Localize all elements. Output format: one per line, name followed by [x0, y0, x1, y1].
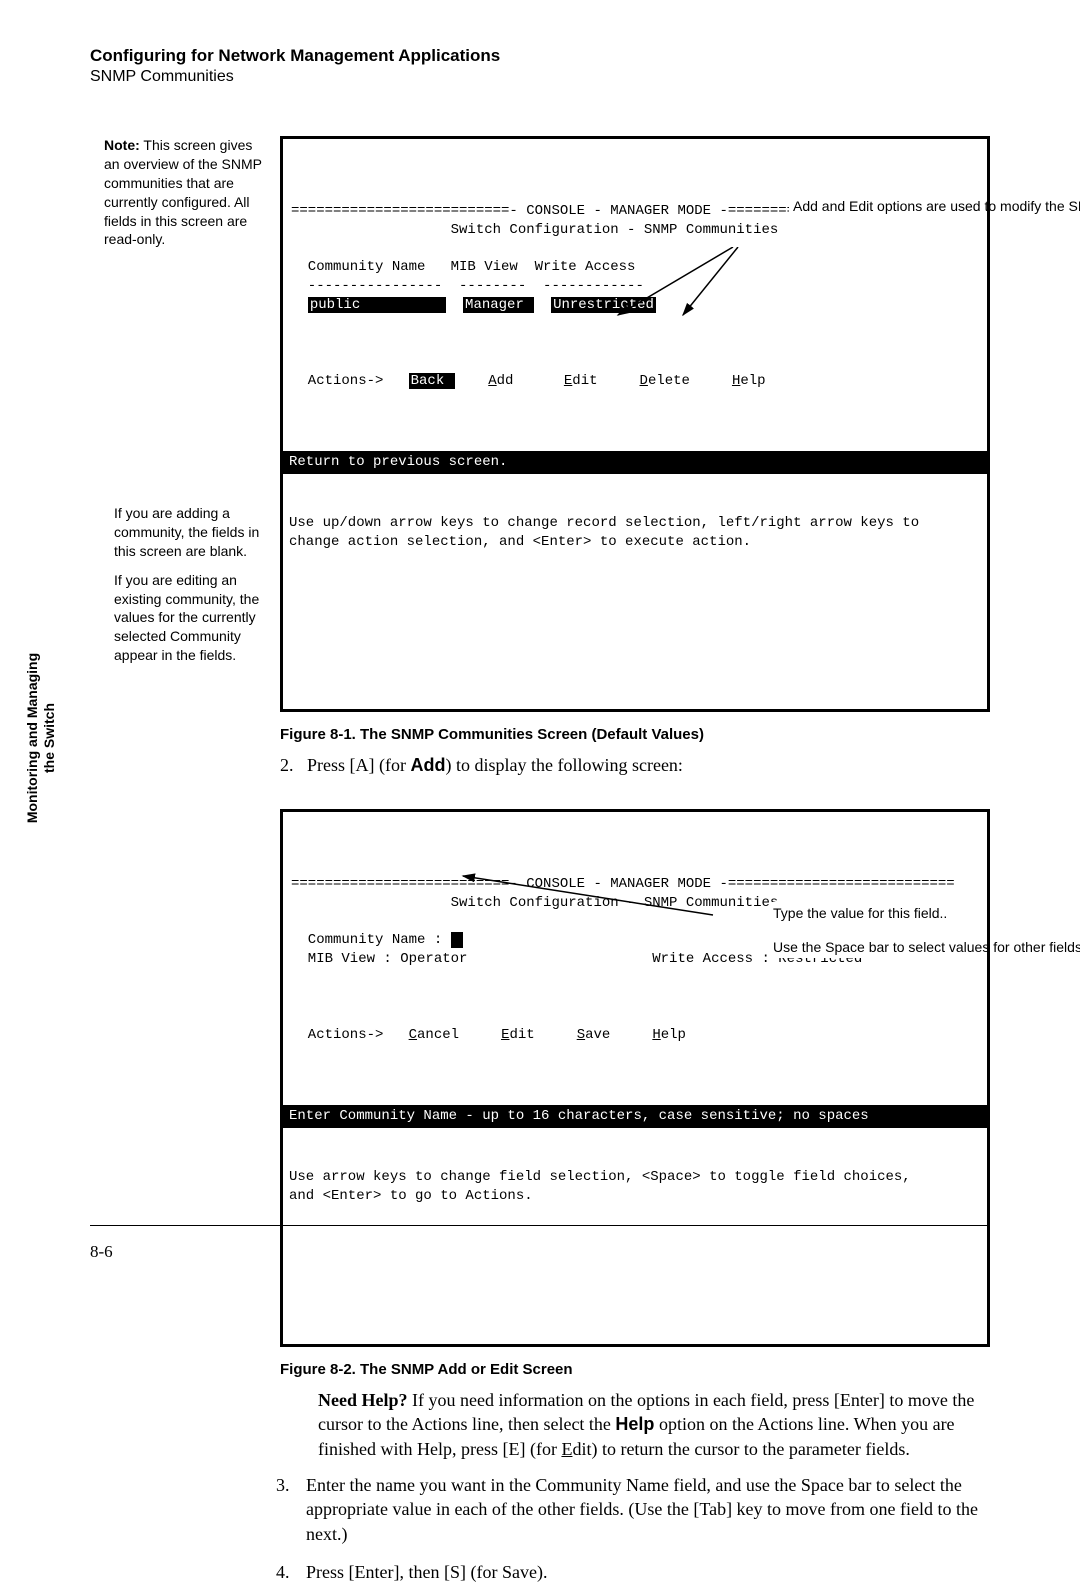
c1-action-add[interactable]: Add — [488, 373, 513, 389]
step-2-pre: Press [A] (for — [307, 755, 410, 775]
step-4-post: ). — [537, 1562, 548, 1582]
step-2-num: 2. — [280, 755, 294, 775]
c1-action-delete[interactable]: Delete — [640, 373, 690, 389]
c2-action-edit[interactable]: Edit — [501, 1027, 535, 1043]
side-tab-line2: the Switch — [41, 638, 58, 838]
need-help-lead: Need Help? — [318, 1390, 408, 1410]
c2-action-help[interactable]: Help — [652, 1027, 686, 1043]
side-tab: Monitoring and Managing the Switch — [24, 638, 58, 838]
arrow-icon — [583, 247, 753, 327]
page-number: 8-6 — [90, 1242, 113, 1262]
c1-bottom-help: Use up/down arrow keys to change record … — [283, 512, 987, 558]
c1-bottom-status: Return to previous screen. — [283, 451, 987, 474]
figure-caption-2: Figure 8-2. The SNMP Add or Edit Screen — [280, 1361, 990, 1378]
c1-row-name: public — [308, 297, 446, 313]
c2-action-save[interactable]: Save — [577, 1027, 611, 1043]
step-3: Enter the name you want in the Community… — [294, 1473, 990, 1546]
c2-bottom-help: Use arrow keys to change field selection… — [283, 1166, 987, 1212]
note-text: This screen gives an overview of the SNM… — [104, 137, 262, 247]
nh-edit-u: E — [561, 1439, 572, 1459]
nh-help-word: Help — [615, 1414, 654, 1434]
step-2-post: ) to display the following screen: — [445, 755, 682, 775]
c2-cursor[interactable] — [451, 932, 463, 948]
nh-rest3: dit) to return the cursor to the paramet… — [572, 1439, 909, 1459]
c1-row-view: Manager — [463, 297, 534, 313]
c2-line1: Community Name : — [291, 932, 451, 948]
c1-callout: Add and Edit options are used to modify … — [789, 195, 977, 217]
note-prefix: Note: — [104, 137, 140, 153]
step-4-pre: Press [Enter], then [S] (for — [306, 1562, 502, 1582]
page-header-subtitle: SNMP Communities — [90, 68, 990, 86]
c1-actions-label: Actions-> — [291, 373, 409, 389]
footer-rule — [90, 1225, 990, 1226]
step-2-bold: Add — [410, 755, 445, 775]
c1-action-back[interactable]: Back — [409, 373, 455, 389]
c1-action-help[interactable]: Help — [732, 373, 766, 389]
margin-note-2: If you are adding a community, the field… — [114, 504, 264, 665]
c1-action-edit[interactable]: Edit — [564, 373, 598, 389]
need-help-paragraph: Need Help? If you need information on th… — [318, 1388, 990, 1461]
margin-note-1: Note: This screen gives an overview of t… — [104, 136, 264, 249]
c1-subtitle: Switch Configuration - SNMP Communities — [291, 222, 778, 238]
c2-action-cancel[interactable]: Cancel — [409, 1027, 459, 1043]
step-2: 2. Press [A] (for Add) to display the fo… — [304, 753, 990, 777]
page-header-title: Configuring for Network Management Appli… — [90, 46, 990, 66]
step-4: Press [Enter], then [S] (for Save). — [294, 1560, 990, 1584]
c2-actions-label: Actions-> — [291, 1027, 409, 1043]
c2-callout-2: Use the Space bar to select values for o… — [769, 936, 977, 958]
figure-caption-1: Figure 8-1. The SNMP Communities Screen … — [280, 726, 990, 743]
console-figure-2: ==========================- CONSOLE - MA… — [280, 809, 990, 1347]
console-figure-1: ==========================- CONSOLE - MA… — [280, 136, 990, 712]
note2-p1: If you are adding a community, the field… — [114, 504, 264, 561]
c2-callout-1: Type the value for this field.. — [769, 902, 977, 924]
note2-p2: If you are editing an existing community… — [114, 571, 264, 665]
c2-bottom-status: Enter Community Name - up to 16 characte… — [283, 1105, 987, 1128]
arrow-icon — [453, 870, 733, 930]
step-4-bold: Save — [502, 1562, 537, 1582]
side-tab-line1: Monitoring and Managing — [24, 638, 41, 838]
